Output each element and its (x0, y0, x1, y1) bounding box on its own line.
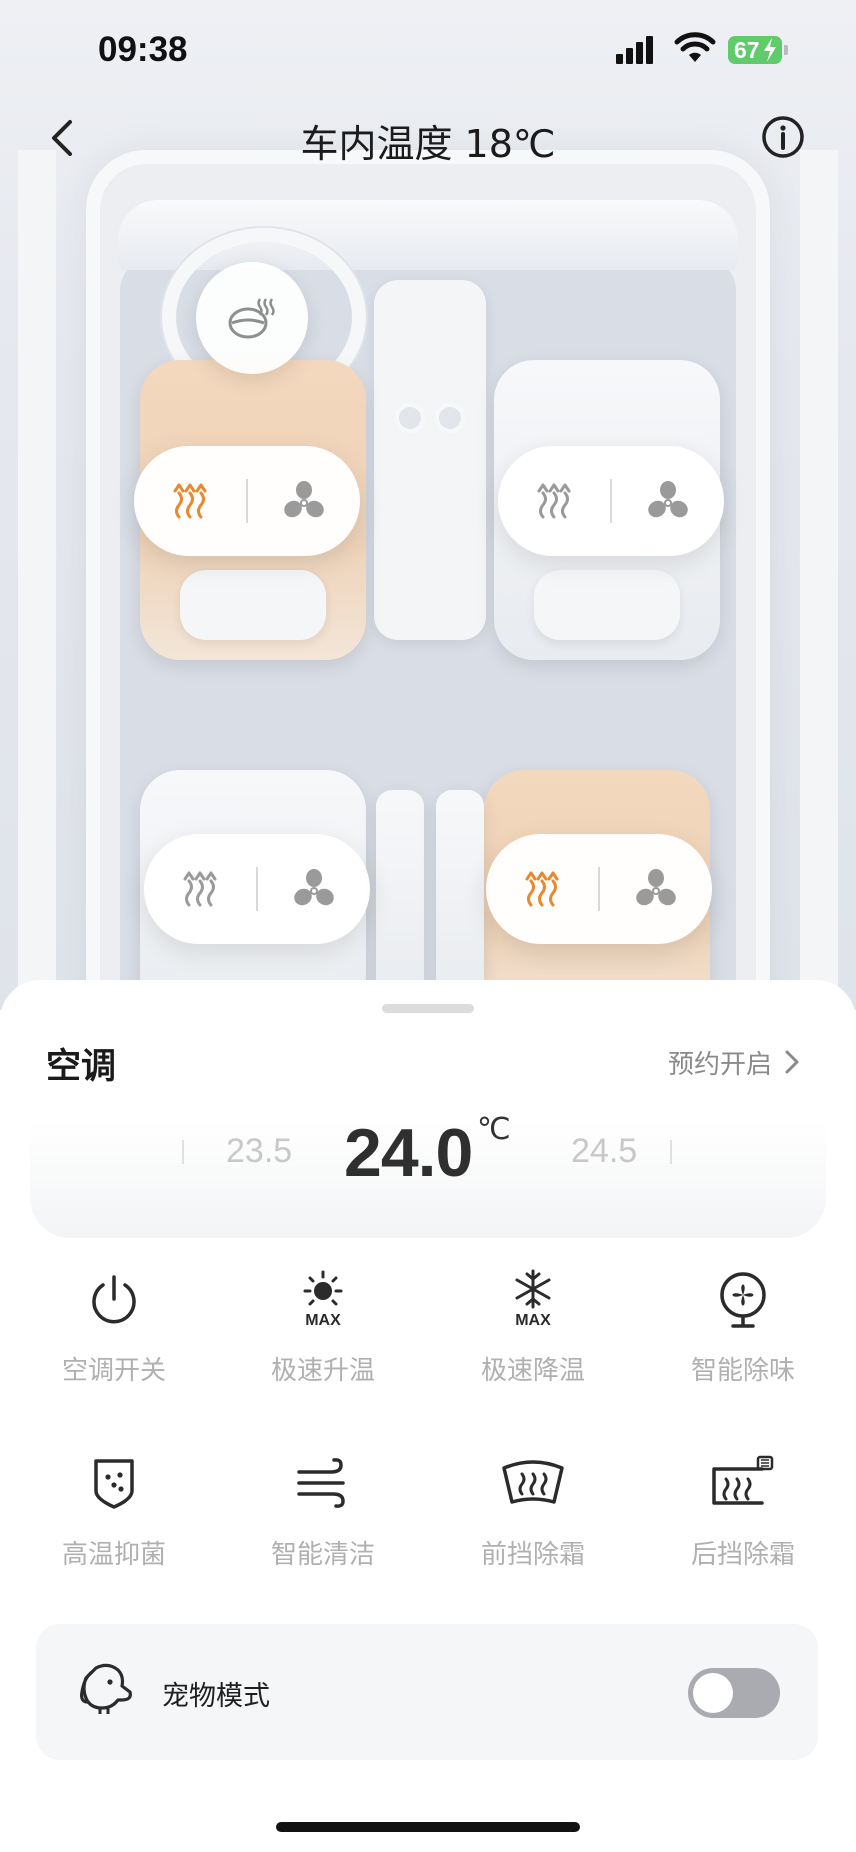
temperature-tick (182, 1140, 184, 1164)
rapid-heat-button[interactable]: MAX 极速升温 (218, 1264, 428, 1404)
seat-heat-button[interactable] (144, 834, 256, 944)
home-indicator[interactable] (276, 1822, 580, 1832)
shield-sterilize-icon (94, 1459, 134, 1509)
pet-mode-toggle[interactable] (688, 1668, 780, 1718)
seat-heat-button[interactable] (134, 446, 246, 556)
function-label: 智能除味 (690, 1356, 795, 1386)
rapid-cool-button[interactable]: MAX 极速降温 (428, 1264, 638, 1404)
fan-icon (648, 481, 688, 518)
front-defrost-icon (502, 1460, 564, 1504)
function-label: 高温抑菌 (61, 1540, 166, 1570)
seat-heat-button[interactable] (498, 446, 610, 556)
seat-heat-icon (183, 871, 217, 907)
seat-cushion (534, 570, 680, 640)
fan-icon (284, 481, 324, 518)
temperature-current[interactable]: 24.0 (344, 1114, 473, 1192)
temperature-next[interactable]: 24.5 (571, 1132, 637, 1171)
pet-mode-label: 宠物模式 (162, 1681, 270, 1712)
steering-wheel-heat-icon (228, 298, 275, 339)
status-bar: 09:38 67 (0, 0, 856, 100)
power-icon (92, 1275, 136, 1324)
fan-icon (636, 869, 676, 906)
smart-deodorize-button[interactable]: 智能除味 (638, 1264, 848, 1404)
steering-wheel-heat-button[interactable] (196, 262, 308, 374)
front-defrost-button[interactable]: 前挡除霜 (428, 1448, 638, 1588)
cup-holder (394, 402, 426, 434)
sheet-grabber[interactable] (382, 1004, 474, 1013)
seat-vent-button[interactable] (600, 834, 712, 944)
ac-section-title: 空调 (46, 1047, 117, 1087)
svg-text:MAX: MAX (515, 1312, 551, 1329)
sun-max-icon: MAX (303, 1270, 343, 1329)
fan-purify-icon (720, 1272, 766, 1328)
seat-heat-icon (537, 483, 571, 519)
smart-clean-button[interactable]: 智能清洁 (218, 1448, 428, 1588)
charging-bolt-icon (764, 38, 776, 62)
schedule-start-label: 预约开启 (667, 1050, 772, 1080)
pet-mode-card: 宠物模式 (36, 1624, 818, 1760)
dog-icon (80, 1663, 132, 1714)
high-temp-sterilize-button[interactable]: 高温抑菌 (9, 1448, 219, 1588)
function-label: 极速降温 (480, 1356, 585, 1386)
function-label: 空调开关 (61, 1356, 166, 1386)
center-console (374, 280, 486, 640)
car-side-right (800, 150, 838, 1010)
seat-rear-middle (376, 790, 424, 1010)
battery-level: 67 (734, 37, 760, 63)
seat-vent-button[interactable] (612, 446, 724, 556)
schedule-start-link[interactable]: 预约开启 (668, 1044, 800, 1081)
seat-cushion (180, 570, 326, 640)
cellular-signal-icon (616, 36, 656, 64)
battery-tip (784, 45, 788, 55)
seat-control-front-right (498, 446, 724, 556)
rear-defrost-icon (712, 1455, 774, 1505)
status-time: 09:38 (98, 30, 188, 69)
chevron-right-icon (785, 1050, 799, 1074)
seat-control-rear-left (144, 834, 370, 944)
function-label: 极速升温 (270, 1356, 375, 1386)
page-title: 车内温度 18℃ (300, 122, 556, 166)
seat-heat-icon (525, 871, 559, 907)
seat-rear-middle (436, 790, 484, 1010)
seat-control-rear-right (486, 834, 712, 944)
seat-heat-button[interactable] (486, 834, 598, 944)
cup-holder (434, 402, 466, 434)
rear-defrost-button[interactable]: 后挡除霜 (638, 1448, 848, 1588)
function-label: 智能清洁 (270, 1540, 375, 1570)
svg-text:MAX: MAX (305, 1312, 341, 1329)
seat-heat-icon (173, 483, 207, 519)
wifi-icon (674, 32, 716, 62)
temperature-unit: ℃ (477, 1113, 511, 1146)
toggle-knob (693, 1673, 733, 1713)
wind-clean-icon (297, 1458, 345, 1508)
function-label: 前挡除霜 (480, 1540, 585, 1570)
seat-control-front-left (134, 446, 360, 556)
temperature-tick (670, 1140, 672, 1164)
temperature-prev[interactable]: 23.5 (226, 1132, 292, 1171)
seat-vent-button[interactable] (248, 446, 360, 556)
car-side-left (18, 150, 56, 1010)
info-icon[interactable] (760, 114, 806, 160)
fan-icon (294, 869, 334, 906)
function-label: 后挡除霜 (690, 1540, 795, 1570)
seat-vent-button[interactable] (258, 834, 370, 944)
ac-power-button[interactable]: 空调开关 (9, 1264, 219, 1404)
snowflake-max-icon: MAX (515, 1269, 551, 1329)
ac-control-sheet: 空调 预约开启 23.5 24.0 ℃ 24.5 空调开关 MAX 极速升温 M… (0, 980, 856, 1852)
